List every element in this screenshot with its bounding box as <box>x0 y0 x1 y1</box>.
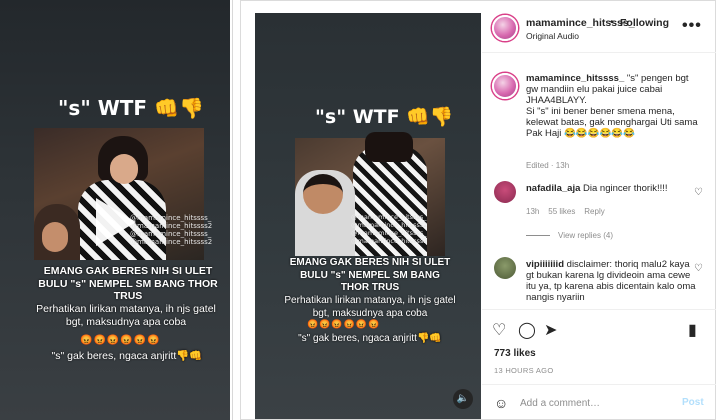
post-comment-button[interactable]: Post <box>682 397 704 408</box>
woman-hair <box>365 132 413 162</box>
watermark: @mamamince_hitssss_ <box>130 230 212 238</box>
video-caption-end: "s" gak beres, ngaca anjritt👎👊 <box>298 333 442 344</box>
likes-count[interactable]: 773 likes <box>494 348 536 359</box>
caption-text: mamamince_hitssss_ "s" pengen bgt gw man… <box>526 73 702 139</box>
comment-input[interactable] <box>520 394 670 412</box>
heart-icon[interactable]: ♡ <box>694 263 703 274</box>
avatar[interactable] <box>492 73 518 99</box>
save-icon[interactable]: ▮ <box>688 320 697 340</box>
view-replies-button[interactable]: View replies (4) <box>526 231 613 240</box>
watermark: @mamamince_hitssss2 <box>130 238 213 246</box>
screenshot-frame: "s" WTF 👊👎 @mamamince_hitssss_ @mamaminc… <box>0 0 720 420</box>
following-button[interactable]: Following <box>620 17 669 29</box>
video-emoji-row: 😡😡😡😡😡😡 <box>307 319 381 329</box>
video-top-caption: "s" WTF 👊👎 <box>58 96 204 120</box>
video-caption-end: "s" gak beres, ngaca anjritt👎👊 <box>51 350 203 362</box>
woman-face <box>110 154 138 184</box>
watermark: @mamamince_hitssss2 <box>351 221 428 229</box>
video-caption-main: EMANG GAK BERES NIH SI ULET BULU "s" NEM… <box>289 257 451 293</box>
video-top-caption: "s" WTF 👊👎 <box>315 106 454 128</box>
avatar[interactable] <box>494 257 516 279</box>
post-username[interactable]: mamamince_hitssss_ <box>526 17 635 29</box>
add-comment-row: ☺ Post <box>482 384 716 420</box>
post-timestamp: 13 HOURS AGO <box>494 366 554 375</box>
comment-meta: 13h 55 likes Reply <box>526 207 605 216</box>
video-preview-panel[interactable]: "s" WTF 👊👎 @mamamince_hitssss_ @mamaminc… <box>0 0 230 420</box>
avatar[interactable] <box>494 181 516 203</box>
comment-text: vipiiiiiiid disclaimer: thoriq malu2 kay… <box>526 259 696 303</box>
comment-icon[interactable]: ◯ <box>518 320 536 340</box>
video-caption-main: EMANG GAK BERES NIH SI ULET BULU "s" NEM… <box>38 265 218 302</box>
post-header: mamamince_hitssss_ • Following Original … <box>482 1 716 53</box>
reply-button[interactable]: Reply <box>584 207 604 216</box>
watermark: @mamamince_hitssss_ <box>351 213 427 221</box>
man-figure <box>34 204 80 260</box>
watermark: @mamamince_hitssss_ <box>130 214 212 222</box>
watermark: @mamamince_hitssss2 <box>130 222 213 230</box>
post-video[interactable]: "s" WTF 👊👎 @mamamince_hitssss_ @mamaminc… <box>255 13 481 419</box>
original-audio-link[interactable]: Original Audio <box>526 31 579 41</box>
post-sidebar: mamamince_hitssss_ • Following Original … <box>482 1 716 419</box>
comment-time: 13h <box>526 207 540 216</box>
comment-text: nafadila_aja Dia ngincer thorik!!!! <box>526 183 668 194</box>
share-icon[interactable]: ➤ <box>544 320 557 340</box>
more-options-icon[interactable]: ••• <box>682 17 702 35</box>
caption-meta: Edited · 13h <box>526 161 570 170</box>
emoji-icon[interactable]: ☺ <box>494 395 508 411</box>
video-caption-sub: Perhatikan lirikan matanya, ih njs gatel… <box>284 295 456 319</box>
watermark: @mamamince_hitssss_ <box>351 229 427 237</box>
like-icon[interactable]: ♡ <box>492 320 506 340</box>
caption-username[interactable]: mamamince_hitssss_ <box>526 73 624 84</box>
video-emoji-row: 😡😡😡😡😡😡 <box>80 335 161 346</box>
mute-toggle-icon[interactable]: 🔈 <box>453 389 473 409</box>
comment-username[interactable]: nafadila_aja <box>526 183 580 194</box>
avatar[interactable] <box>492 15 518 41</box>
play-icon[interactable] <box>96 198 136 246</box>
comment-likes[interactable]: 55 likes <box>548 207 575 216</box>
post-card: "s" WTF 👊👎 @mamamince_hitssss_ @mamaminc… <box>240 0 716 420</box>
separator-dot: • <box>610 17 614 28</box>
watermark: @mamamince_hitssss2 <box>351 237 428 245</box>
post-actions: ♡ ◯ ➤ ▮ 773 likes 13 HOURS AGO ☺ Post <box>482 309 716 419</box>
panel-divider <box>232 0 233 420</box>
comments-section: mamamince_hitssss_ "s" pengen bgt gw man… <box>482 61 716 309</box>
man-figure <box>295 170 355 256</box>
video-caption-sub: Perhatikan lirikan matanya, ih njs gatel… <box>36 303 216 328</box>
heart-icon[interactable]: ♡ <box>694 187 703 198</box>
comment-username[interactable]: vipiiiiiiid <box>526 259 564 270</box>
